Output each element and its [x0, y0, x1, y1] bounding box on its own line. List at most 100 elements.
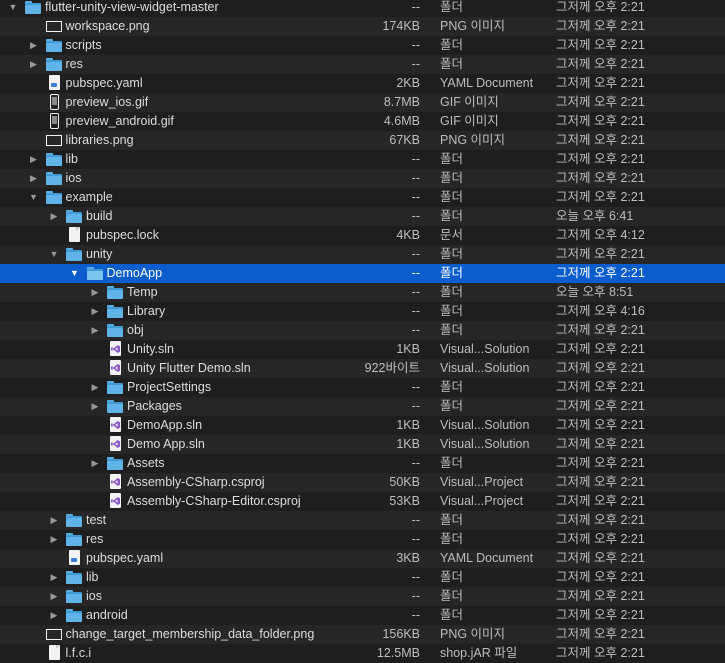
- list-item[interactable]: ▼ example -- 폴더 그저께 오후 2:21: [0, 188, 725, 207]
- yaml-file-icon: [45, 75, 63, 91]
- folder-icon: [45, 171, 63, 186]
- item-kind: Visual...Solution: [440, 437, 530, 451]
- list-item[interactable]: pubspec.lock 4KB 문서 그저께 오후 4:12: [0, 226, 725, 245]
- item-size: 2KB: [396, 76, 420, 90]
- disclosure-open-icon[interactable]: ▼: [49, 245, 59, 264]
- disclosure-closed-icon[interactable]: ▶: [90, 302, 100, 321]
- disclosure-closed-icon[interactable]: ▶: [49, 207, 59, 226]
- list-item[interactable]: l.f.c.i 12.5MB shop.jAR 파일 그저께 오후 2:21: [0, 644, 725, 663]
- list-item[interactable]: ▶ scripts -- 폴더 그저께 오후 2:21: [0, 36, 725, 55]
- item-kind: PNG 이미지: [440, 627, 506, 641]
- disclosure-closed-icon[interactable]: ▶: [29, 55, 39, 74]
- item-size: 1KB: [396, 437, 420, 451]
- item-date-modified: 그저께 오후 2:21: [556, 437, 645, 451]
- folder-icon: [45, 152, 63, 167]
- item-size: --: [411, 380, 420, 394]
- disclosure-open-icon[interactable]: ▼: [29, 188, 39, 207]
- list-item[interactable]: ▼ unity -- 폴더 그저께 오후 2:21: [0, 245, 725, 264]
- item-name: Packages: [127, 399, 182, 413]
- item-date-modified: 그저께 오후 2:21: [556, 608, 645, 622]
- item-date-modified: 그저께 오후 2:21: [556, 380, 645, 394]
- list-item[interactable]: ▼ flutter-unity-view-widget-master -- 폴더 그저께…: [0, 0, 725, 17]
- disclosure-closed-icon[interactable]: ▶: [29, 150, 39, 169]
- item-name: pubspec.yaml: [86, 551, 164, 565]
- list-item[interactable]: preview_android.gif 4.6MB GIF 이미지 그저께 오후 2:…: [0, 112, 725, 131]
- item-kind: YAML Document: [440, 551, 534, 565]
- list-item[interactable]: libraries.png 67KB PNG 이미지 그저께 오후 2:21: [0, 131, 725, 150]
- list-item[interactable]: preview_ios.gif 8.7MB GIF 이미지 그저께 오후 2:21: [0, 93, 725, 112]
- disclosure-closed-icon[interactable]: ▶: [49, 606, 59, 625]
- item-size: 156KB: [382, 627, 420, 641]
- disclosure-closed-icon[interactable]: ▶: [49, 530, 59, 549]
- list-item[interactable]: ▶ test -- 폴더 그저께 오후 2:21: [0, 511, 725, 530]
- list-item[interactable]: ▶ lib -- 폴더 그저께 오후 2:21: [0, 150, 725, 169]
- yaml-file-icon: [65, 550, 83, 566]
- item-kind: 폴더: [440, 399, 464, 413]
- item-name: res: [86, 532, 104, 546]
- folder-icon: [106, 304, 124, 319]
- list-item[interactable]: change_target_membership_data_folder.png…: [0, 625, 725, 644]
- disclosure-closed-icon[interactable]: ▶: [29, 169, 39, 188]
- item-name: libraries.png: [65, 133, 134, 147]
- item-name: Unity Flutter Demo.sln: [127, 361, 251, 375]
- item-name: lib: [65, 152, 79, 166]
- list-item[interactable]: ▶ res -- 폴더 그저께 오후 2:21: [0, 55, 725, 74]
- item-name: DemoApp.sln: [127, 418, 203, 432]
- item-date-modified: 그저께 오후 2:21: [556, 57, 645, 71]
- disclosure-closed-icon[interactable]: ▶: [90, 283, 100, 302]
- list-item[interactable]: ▶ ProjectSettings -- 폴더 그저께 오후 2:21: [0, 378, 725, 397]
- list-item[interactable]: Assembly-CSharp-Editor.csproj 53KB Visual.…: [0, 492, 725, 511]
- disclosure-closed-icon[interactable]: ▶: [90, 397, 100, 416]
- list-item[interactable]: Unity.sln 1KB Visual...Solution 그저께 오후 2:21: [0, 340, 725, 359]
- item-kind: Visual...Project: [440, 494, 524, 508]
- list-item[interactable]: ▶ build -- 폴더 오늘 오후 6:41: [0, 207, 725, 226]
- visual-studio-icon: [106, 436, 124, 452]
- list-item[interactable]: pubspec.yaml 2KB YAML Document 그저께 오후 2:21: [0, 74, 725, 93]
- list-item[interactable]: workspace.png 174KB PNG 이미지 그저께 오후 2:21: [0, 17, 725, 36]
- item-size: 1KB: [396, 418, 420, 432]
- list-item[interactable]: Assembly-CSharp.csproj 50KB Visual...Proje…: [0, 473, 725, 492]
- item-name: ios: [65, 171, 82, 185]
- disclosure-closed-icon[interactable]: ▶: [90, 454, 100, 473]
- item-date-modified: 그저께 오후 2:21: [556, 247, 645, 261]
- item-kind: 폴더: [440, 380, 464, 394]
- list-item[interactable]: ▶ ios -- 폴더 그저께 오후 2:21: [0, 169, 725, 188]
- disclosure-closed-icon[interactable]: ▶: [49, 587, 59, 606]
- list-item[interactable]: ▼ DemoApp -- 폴더 그저께 오후 2:21: [0, 264, 725, 283]
- disclosure-open-icon[interactable]: ▼: [70, 264, 80, 283]
- visual-studio-icon: [106, 474, 124, 490]
- list-item[interactable]: ▶ lib -- 폴더 그저께 오후 2:21: [0, 568, 725, 587]
- list-item[interactable]: ▶ Library -- 폴더 그저께 오후 4:16: [0, 302, 725, 321]
- list-item[interactable]: ▶ Packages -- 폴더 그저께 오후 2:21: [0, 397, 725, 416]
- list-item[interactable]: ▶ android -- 폴더 그저께 오후 2:21: [0, 606, 725, 625]
- disclosure-closed-icon[interactable]: ▶: [90, 321, 100, 340]
- list-item[interactable]: ▶ Temp -- 폴더 오늘 오후 8:51: [0, 283, 725, 302]
- item-size: 67KB: [389, 133, 420, 147]
- item-kind: 폴더: [440, 513, 464, 527]
- disclosure-open-icon[interactable]: ▼: [8, 0, 18, 17]
- list-item[interactable]: Unity Flutter Demo.sln 922바이트 Visual...Sol…: [0, 359, 725, 378]
- item-date-modified: 그저께 오후 2:21: [556, 513, 645, 527]
- document-icon: [65, 227, 83, 243]
- item-date-modified: 그저께 오후 2:21: [556, 361, 645, 375]
- list-item[interactable]: ▶ ios -- 폴더 그저께 오후 2:21: [0, 587, 725, 606]
- list-item[interactable]: ▶ res -- 폴더 그저께 오후 2:21: [0, 530, 725, 549]
- disclosure-closed-icon[interactable]: ▶: [49, 568, 59, 587]
- list-item[interactable]: ▶ Assets -- 폴더 그저께 오후 2:21: [0, 454, 725, 473]
- list-item[interactable]: Demo App.sln 1KB Visual...Solution 그저께 오후 2…: [0, 435, 725, 454]
- disclosure-closed-icon[interactable]: ▶: [29, 36, 39, 55]
- item-name: Demo App.sln: [127, 437, 205, 451]
- list-item[interactable]: ▶ obj -- 폴더 그저께 오후 2:21: [0, 321, 725, 340]
- item-name: l.f.c.i: [65, 646, 92, 660]
- list-item[interactable]: DemoApp.sln 1KB Visual...Solution 그저께 오후 2:…: [0, 416, 725, 435]
- png-file-icon: [45, 627, 63, 642]
- item-name: ProjectSettings: [127, 380, 212, 394]
- item-size: --: [411, 209, 420, 223]
- list-item[interactable]: pubspec.yaml 3KB YAML Document 그저께 오후 2:21: [0, 549, 725, 568]
- item-size: 174KB: [382, 19, 420, 33]
- disclosure-closed-icon[interactable]: ▶: [49, 511, 59, 530]
- item-name: Assembly-CSharp.csproj: [127, 475, 265, 489]
- disclosure-closed-icon[interactable]: ▶: [90, 378, 100, 397]
- item-kind: 폴더: [440, 532, 464, 546]
- file-list: ▼ flutter-unity-view-widget-master -- 폴더 그저께…: [0, 0, 725, 663]
